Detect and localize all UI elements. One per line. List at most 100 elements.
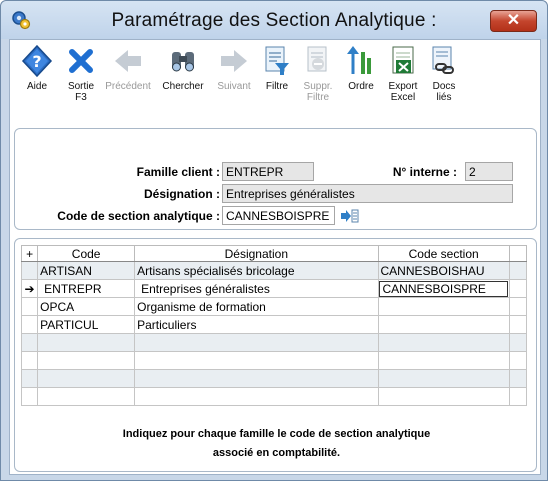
- previous-button[interactable]: Précédent: [100, 44, 156, 92]
- cell-designation[interactable]: [134, 369, 379, 388]
- table-row[interactable]: [20, 369, 528, 388]
- filter-button[interactable]: Filtre: [259, 44, 295, 92]
- exit-x-icon: [69, 49, 93, 73]
- cell-code[interactable]: PARTICUL: [37, 315, 136, 334]
- table-row[interactable]: [20, 333, 528, 352]
- form-panel: Famille client : ENTREPR N° interne : 2 …: [14, 128, 537, 230]
- cell-designation[interactable]: [134, 351, 379, 370]
- cell-code[interactable]: [37, 333, 136, 352]
- table-row[interactable]: ARTISAN Artisans spécialisés bricolage C…: [20, 261, 528, 280]
- cell-section[interactable]: CANNESBOISHAU: [377, 261, 510, 280]
- exit-shortcut-label: F3: [75, 92, 87, 103]
- designation-field[interactable]: Entreprises généralistes: [222, 184, 513, 203]
- cell-code[interactable]: [37, 351, 136, 370]
- excel-export-icon: [392, 46, 414, 74]
- sections-grid: + Code Désignation Code section ARTISAN …: [20, 245, 528, 406]
- filter-icon: [265, 46, 289, 75]
- filter-label: Filtre: [265, 81, 289, 92]
- window-title: Paramétrage des Section Analytique :: [111, 10, 437, 31]
- grid-add-column[interactable]: +: [20, 245, 39, 262]
- designation-label: Désignation :: [143, 187, 220, 201]
- docs-label-2: liés: [436, 92, 452, 103]
- table-row[interactable]: PARTICUL Particuliers: [20, 315, 528, 334]
- famille-label: Famille client :: [136, 165, 220, 179]
- add-row-icon: +: [26, 246, 34, 261]
- toolbar: ? Aide Sortie F3 Précédent Chercher Suiv…: [10, 40, 542, 118]
- client-area: ? Aide Sortie F3 Précédent Chercher Suiv…: [9, 39, 541, 475]
- interne-label: N° interne :: [392, 165, 457, 179]
- cell-designation[interactable]: Particuliers: [134, 315, 379, 334]
- famille-field[interactable]: ENTREPR: [222, 162, 314, 181]
- row-indicator: [20, 333, 39, 352]
- section-field[interactable]: CANNESBOISPRE: [222, 206, 335, 225]
- cell-spacer: [508, 369, 528, 388]
- sort-order-icon: [347, 46, 371, 74]
- help-text: Indiquez pour chaque famille le code de …: [15, 425, 538, 463]
- current-row-arrow-icon: ➔: [20, 279, 39, 298]
- arrow-left-icon: [115, 50, 141, 72]
- exit-button[interactable]: Sortie F3: [59, 44, 103, 103]
- cell-section[interactable]: [377, 369, 510, 388]
- table-row-current[interactable]: ➔ ENTREPR Entreprises généralistes CANNE…: [20, 279, 528, 298]
- cell-spacer: [508, 297, 528, 316]
- row-indicator: [20, 369, 39, 388]
- col-header-section[interactable]: Code section: [377, 245, 510, 262]
- search-label: Chercher: [162, 81, 204, 92]
- window: Paramétrage des Section Analytique : ✕ ?…: [0, 0, 548, 481]
- cell-spacer: [508, 387, 528, 406]
- col-header-designation[interactable]: Désignation: [134, 245, 379, 262]
- col-header-code[interactable]: Code: [37, 245, 136, 262]
- linked-docs-icon: [432, 46, 454, 74]
- cell-spacer: [508, 351, 528, 370]
- table-row[interactable]: OPCA Organisme de formation: [20, 297, 528, 316]
- section-label: Code de section analytique :: [57, 209, 220, 223]
- table-row[interactable]: [20, 351, 528, 370]
- cell-code[interactable]: ENTREPR: [37, 279, 136, 298]
- cell-spacer: [508, 315, 528, 334]
- remove-filter-label-2: Filtre: [306, 92, 330, 103]
- help-text-line-1: Indiquez pour chaque famille le code de …: [122, 428, 431, 440]
- linked-docs-button[interactable]: Docs liés: [426, 44, 462, 103]
- cell-section[interactable]: [377, 297, 510, 316]
- cell-designation[interactable]: Organisme de formation: [134, 297, 379, 316]
- row-indicator: [20, 261, 39, 280]
- order-button[interactable]: Ordre: [342, 44, 380, 92]
- cell-code[interactable]: [37, 387, 136, 406]
- export-excel-button[interactable]: Export Excel: [383, 44, 423, 103]
- cell-designation[interactable]: Entreprises généralistes: [134, 279, 379, 298]
- row-indicator: [20, 315, 39, 334]
- cell-section[interactable]: [377, 351, 510, 370]
- interne-field[interactable]: 2: [465, 162, 513, 181]
- previous-label: Précédent: [105, 81, 151, 92]
- cell-section-editing[interactable]: CANNESBOISPRE: [377, 279, 510, 298]
- cell-section[interactable]: [377, 315, 510, 334]
- cell-code[interactable]: OPCA: [37, 297, 136, 316]
- row-indicator: [20, 387, 39, 406]
- close-button[interactable]: ✕: [490, 10, 537, 32]
- docs-label: Docs: [432, 81, 456, 92]
- remove-filter-button[interactable]: Suppr. Filtre: [298, 44, 338, 103]
- cell-spacer: [508, 333, 528, 352]
- cell-code[interactable]: ARTISAN: [37, 261, 136, 280]
- next-label: Suivant: [217, 81, 251, 92]
- row-indicator: [20, 351, 39, 370]
- next-button[interactable]: Suivant: [212, 44, 256, 92]
- help-button[interactable]: ? Aide: [16, 44, 58, 92]
- lookup-list-icon[interactable]: [341, 209, 359, 223]
- col-header-spacer: [508, 245, 528, 262]
- cell-code[interactable]: [37, 369, 136, 388]
- help-text-line-2: associé en comptabilité.: [212, 447, 341, 459]
- export-label-2: Excel: [390, 92, 416, 103]
- help-diamond-icon: ?: [21, 44, 53, 78]
- order-label: Ordre: [348, 81, 374, 92]
- search-button[interactable]: Chercher: [160, 44, 206, 92]
- export-label: Export: [388, 81, 418, 92]
- cell-designation[interactable]: Artisans spécialisés bricolage: [134, 261, 379, 280]
- title-bar: Paramétrage des Section Analytique : ✕: [1, 1, 547, 39]
- cell-section[interactable]: [377, 333, 510, 352]
- table-row[interactable]: [20, 387, 528, 406]
- row-indicator: [20, 297, 39, 316]
- cell-section[interactable]: [377, 387, 510, 406]
- cell-designation[interactable]: [134, 333, 379, 352]
- cell-designation[interactable]: [134, 387, 379, 406]
